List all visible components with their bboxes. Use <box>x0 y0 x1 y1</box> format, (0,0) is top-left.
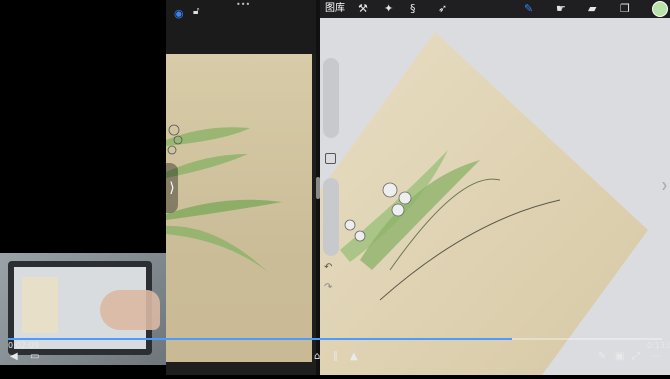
eraser-icon[interactable]: ▰ <box>588 2 596 16</box>
procreate-canvas-area[interactable] <box>320 0 670 375</box>
airplay-icon[interactable]: ▲ <box>350 352 358 362</box>
magic-wand-icon[interactable]: ✦ <box>384 2 393 16</box>
layers-icon[interactable]: ❐ <box>620 2 630 16</box>
transform-arrow-icon[interactable]: ➶ <box>438 2 447 16</box>
fullscreen-icon[interactable]: ⤢ <box>632 352 640 362</box>
screen-icon[interactable]: ▣ <box>615 352 624 362</box>
more-dots-icon[interactable]: ••• <box>236 0 250 9</box>
panel-grab-handle[interactable]: ⟩ <box>166 163 178 213</box>
rotated-canvas <box>320 32 648 375</box>
picture-icon[interactable]: ⌂ <box>314 352 320 362</box>
reference-image <box>166 54 312 362</box>
redo-icon[interactable]: ↷ <box>324 282 332 293</box>
orchid-painting <box>166 124 282 272</box>
thumb-paper <box>22 277 58 333</box>
eye-icon[interactable]: ◉ <box>174 7 184 20</box>
caption-icon[interactable]: ▭ <box>30 352 39 362</box>
time-total: 0:13:00 <box>647 341 670 350</box>
right-chevron-icon[interactable]: ❯ <box>661 181 668 190</box>
selection-icon[interactable]: § <box>410 2 416 16</box>
video-progress-fill <box>8 338 512 340</box>
wrench-icon[interactable]: ⚒ <box>358 2 368 16</box>
brush-size-slider[interactable] <box>323 58 339 138</box>
undo-icon[interactable]: ↶ <box>324 262 332 273</box>
unlock-icon[interactable]: 🔓︎ <box>193 6 199 17</box>
gallery-button[interactable]: 图库 <box>325 2 345 16</box>
smudge-icon[interactable]: ☛ <box>556 2 566 16</box>
pencil-icon[interactable]: ✎ <box>598 352 606 362</box>
time-current: 0:02:09 <box>8 341 39 350</box>
procreate-toolbar <box>320 0 670 18</box>
volume-icon[interactable]: ◀ <box>10 352 18 362</box>
color-swatch[interactable] <box>652 1 668 17</box>
brush-icon[interactable]: ✎ <box>524 2 533 16</box>
modify-button[interactable] <box>325 153 336 164</box>
reference-toolbar: ◉ 🔓︎ ••• <box>166 0 316 54</box>
hand-image <box>100 290 160 330</box>
opacity-slider[interactable] <box>323 178 339 256</box>
pause-icon[interactable]: ∥ <box>333 352 338 362</box>
more-icon[interactable]: ⋯ <box>651 352 661 362</box>
